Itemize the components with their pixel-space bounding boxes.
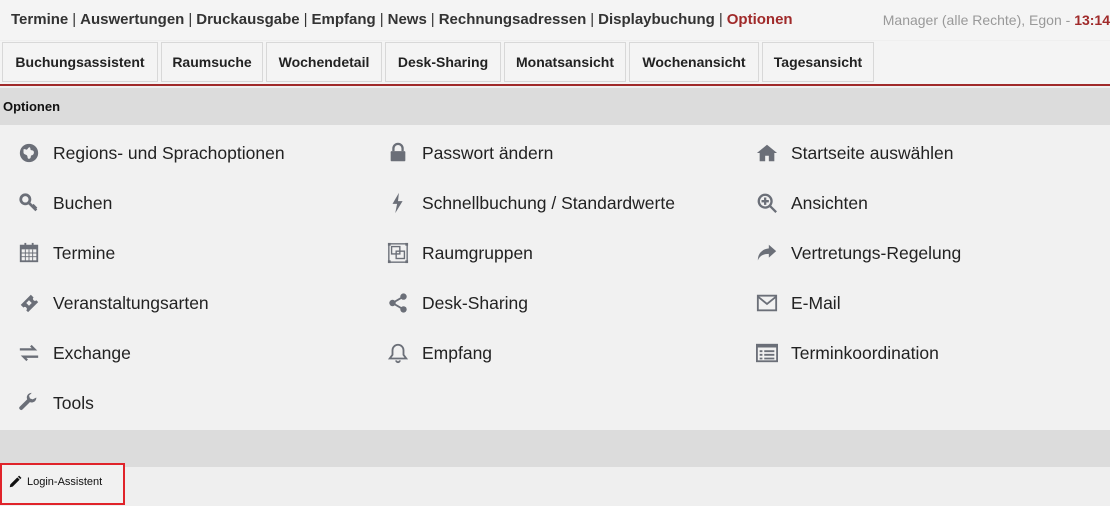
login-assistant-link[interactable]: Login-Assistent xyxy=(0,463,125,505)
section-title: Optionen xyxy=(3,99,61,114)
nav-separator: | xyxy=(188,11,193,28)
list-alt-icon xyxy=(756,343,778,363)
option-empfang[interactable]: Empfang xyxy=(387,338,492,368)
calendar-icon xyxy=(19,242,39,263)
nav-separator: | xyxy=(430,11,435,28)
login-assistant-content: Login-Assistent xyxy=(8,475,102,489)
tab-wochendetail[interactable]: Wochendetail xyxy=(266,42,382,82)
option-label: Regions- und Sprachoptionen xyxy=(53,142,285,163)
option-raumgruppen[interactable]: Raumgruppen xyxy=(387,238,533,268)
exchange-icon xyxy=(19,344,39,362)
globe-icon xyxy=(19,143,39,163)
option-label: Passwort ändern xyxy=(422,142,554,163)
option-exchange[interactable]: Exchange xyxy=(18,338,131,368)
nav-separator: | xyxy=(718,11,723,28)
nav-separator: | xyxy=(303,11,308,28)
login-assistant-label: Login-Assistent xyxy=(27,476,103,488)
option-label: E-Mail xyxy=(791,292,841,313)
option-label: Raumgruppen xyxy=(422,242,533,263)
user-info: Manager (alle Rechte), Egon - 13:14 xyxy=(883,12,1110,28)
top-navigation: Termine | Auswertungen | Druckausgabe | Empfan… xyxy=(0,0,1110,40)
object-group-icon xyxy=(387,242,409,264)
option-termine[interactable]: Termine xyxy=(18,238,115,268)
lock-icon xyxy=(390,142,406,162)
clock-time: 13:14 xyxy=(1074,12,1110,28)
tab-wochenansicht[interactable]: Wochenansicht xyxy=(629,42,759,82)
wrench-icon xyxy=(19,392,37,410)
tab-buchungsassistent[interactable]: Buchungsassistent xyxy=(2,42,158,82)
option-desk-sharing[interactable]: Desk-Sharing xyxy=(387,288,528,318)
option-label: Vertretungs-Regelung xyxy=(791,242,962,263)
nav-news[interactable]: News xyxy=(388,11,427,28)
pencil-icon xyxy=(9,475,22,488)
bell-icon xyxy=(387,343,409,364)
tab-tagesansicht[interactable]: Tagesansicht xyxy=(762,42,874,82)
option-terminkoordination[interactable]: Terminkoordination xyxy=(756,338,939,368)
option-schnellbuchung[interactable]: Schnellbuchung / Standardwerte xyxy=(387,188,675,218)
zoom-in-icon xyxy=(757,193,777,213)
key-icon xyxy=(19,193,38,212)
nav-empfang[interactable]: Empfang xyxy=(312,11,376,28)
tab-raumsuche[interactable]: Raumsuche xyxy=(161,42,263,82)
option-label: Desk-Sharing xyxy=(422,292,529,313)
share-arrow-icon xyxy=(757,244,777,261)
option-ansichten[interactable]: Ansichten xyxy=(756,188,868,218)
option-label: Terminkoordination xyxy=(791,342,939,363)
option-label: Tools xyxy=(53,392,94,413)
option-label: Schnellbuchung / Standardwerte xyxy=(422,192,675,213)
share-icon xyxy=(389,293,407,313)
nav-separator: | xyxy=(590,11,595,28)
option-label: Ansichten xyxy=(791,192,868,213)
section-header: Optionen xyxy=(0,88,1110,125)
option-buchen[interactable]: Buchen xyxy=(18,188,112,218)
option-passwort-aendern[interactable]: Passwort ändern xyxy=(387,138,553,168)
bolt-icon xyxy=(392,192,403,214)
nav-displaybuchung[interactable]: Displaybuchung xyxy=(598,11,715,28)
user-label: Manager (alle Rechte), Egon - xyxy=(882,12,1075,28)
option-startseite[interactable]: Startseite auswählen xyxy=(756,138,953,168)
tab-desk-sharing[interactable]: Desk-Sharing xyxy=(385,42,501,82)
option-label: Startseite auswählen xyxy=(791,142,954,163)
nav-druckausgabe[interactable]: Druckausgabe xyxy=(196,11,299,28)
option-email[interactable]: E-Mail xyxy=(756,288,841,318)
option-label: Veranstaltungsarten xyxy=(53,292,209,313)
option-vertretungs-regelung[interactable]: Vertretungs-Regelung xyxy=(756,238,961,268)
nav-termine[interactable]: Termine xyxy=(11,11,68,28)
envelope-icon xyxy=(756,294,778,312)
nav-optionen[interactable]: Optionen xyxy=(727,11,793,28)
option-label: Exchange xyxy=(53,342,131,363)
home-icon xyxy=(756,144,778,162)
option-label: Empfang xyxy=(422,342,493,363)
tab-monatsansicht[interactable]: Monatsansicht xyxy=(504,42,626,82)
options-grid: Regions- und Sprachoptionen Buchen Termi… xyxy=(0,125,1110,430)
footer-bar xyxy=(0,430,1110,467)
nav-auswertungen[interactable]: Auswertungen xyxy=(80,11,184,28)
nav-separator: | xyxy=(379,11,384,28)
option-label: Termine xyxy=(53,242,116,263)
view-tabs: Buchungsassistent Raumsuche Wochendetail… xyxy=(0,41,1110,86)
option-regions-sprachoptionen[interactable]: Regions- und Sprachoptionen xyxy=(18,138,285,168)
ticket-icon xyxy=(20,294,39,313)
option-label: Buchen xyxy=(53,192,113,213)
nav-separator: | xyxy=(72,11,77,28)
main-menu: Termine | Auswertungen | Druckausgabe | Empfan… xyxy=(11,11,793,28)
option-tools[interactable]: Tools xyxy=(18,388,94,418)
nav-rechnungsadressen[interactable]: Rechnungsadressen xyxy=(439,11,587,28)
option-veranstaltungsarten[interactable]: Veranstaltungsarten xyxy=(18,288,209,318)
